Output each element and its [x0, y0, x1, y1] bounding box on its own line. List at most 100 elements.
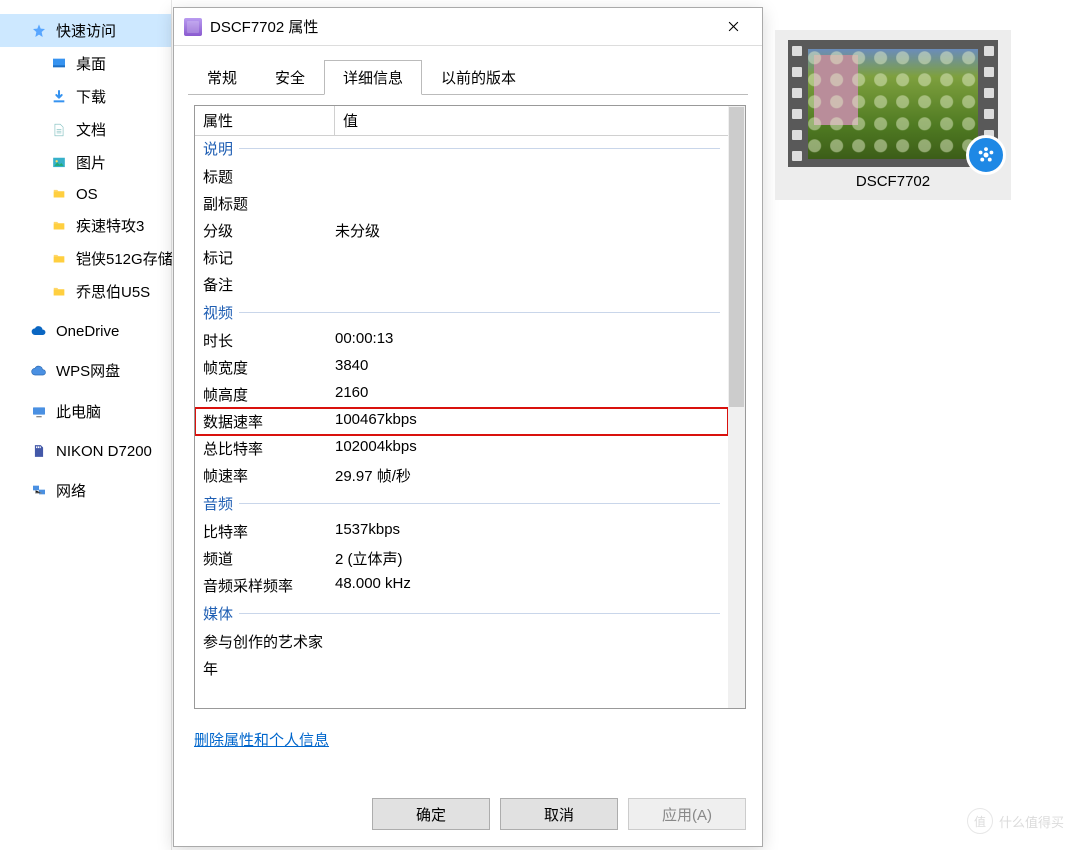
folder-icon [50, 250, 68, 268]
property-row[interactable]: 标记 [195, 244, 728, 271]
properties-panel: 属性 值 说明标题副标题分级未分级标记备注视频时长00:00:13帧宽度3840… [194, 105, 746, 709]
property-label: 时长 [203, 330, 335, 351]
property-value: 1537kbps [335, 521, 720, 542]
property-value [335, 631, 720, 652]
property-label: 标记 [203, 247, 335, 268]
property-row[interactable]: 帧速率29.97 帧/秒 [195, 462, 728, 489]
network-icon [30, 482, 48, 500]
file-thumbnail[interactable]: DSCF7702 [775, 30, 1011, 200]
scrollbar[interactable] [728, 106, 745, 708]
sidebar-item[interactable]: 乔思伯U5S [0, 275, 171, 308]
remove-properties-link[interactable]: 删除属性和个人信息 [194, 732, 329, 749]
sidebar-item-label: 文档 [76, 119, 106, 140]
property-label: 帧宽度 [203, 357, 335, 378]
property-row[interactable]: 频道2 (立体声) [195, 545, 728, 572]
dialog-titlebar[interactable]: DSCF7702 属性 [174, 8, 762, 46]
property-value: 29.97 帧/秒 [335, 465, 720, 486]
star-icon [30, 22, 48, 40]
property-value: 48.000 kHz [335, 575, 720, 596]
sidebar-label: WPS网盘 [56, 360, 120, 381]
tab[interactable]: 常规 [188, 60, 256, 95]
sidebar-item-label: 下载 [76, 86, 106, 107]
tab[interactable]: 详细信息 [324, 60, 422, 95]
property-row[interactable]: 帧宽度3840 [195, 354, 728, 381]
sidebar-item[interactable]: 下载 [0, 80, 171, 113]
sidebar-item[interactable]: 图片 [0, 146, 171, 179]
property-row[interactable]: 比特率1537kbps [195, 518, 728, 545]
video-thumbnail-icon [788, 40, 998, 167]
section-header: 音频 [195, 489, 728, 518]
sidebar-wps[interactable]: WPS网盘 [0, 354, 171, 387]
property-row[interactable]: 标题 [195, 163, 728, 190]
watermark-text: 什么值得买 [999, 812, 1064, 831]
property-label: 备注 [203, 274, 335, 295]
property-value: 3840 [335, 357, 720, 378]
ok-button[interactable]: 确定 [372, 798, 490, 830]
sidebar-item-label: 图片 [76, 152, 106, 173]
sidebar-onedrive[interactable]: OneDrive [0, 316, 171, 346]
property-label: 频道 [203, 548, 335, 569]
property-row[interactable]: 备注 [195, 271, 728, 298]
property-row[interactable]: 帧高度2160 [195, 381, 728, 408]
tab[interactable]: 以前的版本 [422, 60, 535, 95]
property-value: 未分级 [335, 220, 720, 241]
close-button[interactable] [714, 13, 752, 41]
property-value: 102004kbps [335, 438, 720, 459]
sidebar-item[interactable]: 桌面 [0, 47, 171, 80]
sidebar-item[interactable]: 铠侠512G存储 [0, 242, 171, 275]
property-label: 分级 [203, 220, 335, 241]
property-value: 100467kbps [335, 411, 720, 432]
property-label: 标题 [203, 166, 335, 187]
property-row[interactable]: 数据速率100467kbps [195, 408, 728, 435]
sidebar-thispc[interactable]: 此电脑 [0, 395, 171, 428]
sidebar-quick-access[interactable]: 快速访问 [0, 14, 171, 47]
sidebar-item-label: OS [76, 186, 98, 203]
sidebar-label: 网络 [56, 480, 86, 501]
sidebar-item-label: 桌面 [76, 53, 106, 74]
property-row[interactable]: 参与创作的艺术家 [195, 628, 728, 655]
property-row[interactable]: 年 [195, 655, 728, 682]
property-value [335, 658, 720, 679]
sidebar-item[interactable]: OS [0, 179, 171, 209]
property-label: 副标题 [203, 193, 335, 214]
sidebar-label: 此电脑 [56, 401, 101, 422]
file-name: DSCF7702 [856, 173, 930, 190]
property-row[interactable]: 音频采样频率48.000 kHz [195, 572, 728, 599]
section-header: 视频 [195, 298, 728, 327]
property-row[interactable]: 总比特率102004kbps [195, 435, 728, 462]
header-property: 属性 [195, 106, 335, 135]
sidebar-nikon[interactable]: NIKON D7200 [0, 436, 171, 466]
property-value [335, 193, 720, 214]
properties-list: 说明标题副标题分级未分级标记备注视频时长00:00:13帧宽度3840帧高度21… [195, 134, 728, 708]
sidebar-item[interactable]: 疾速特攻3 [0, 209, 171, 242]
scrollbar-thumb[interactable] [729, 107, 744, 407]
property-row[interactable]: 时长00:00:13 [195, 327, 728, 354]
property-label: 帧高度 [203, 384, 335, 405]
watermark: 值 什么值得买 [967, 808, 1064, 834]
property-value: 00:00:13 [335, 330, 720, 351]
apply-button: 应用(A) [628, 798, 746, 830]
sidebar-network[interactable]: 网络 [0, 474, 171, 507]
cloud-icon [30, 322, 48, 340]
sidebar-item-label: 铠侠512G存储 [76, 248, 173, 269]
tab[interactable]: 安全 [256, 60, 324, 95]
sidebar-item[interactable]: 文档 [0, 113, 171, 146]
watermark-icon: 值 [967, 808, 993, 834]
property-row[interactable]: 分级未分级 [195, 217, 728, 244]
section-header: 媒体 [195, 599, 728, 628]
sidebar-label: 快速访问 [56, 20, 116, 41]
pc-icon [30, 403, 48, 421]
property-label: 数据速率 [203, 411, 335, 432]
property-label: 比特率 [203, 521, 335, 542]
sdcard-icon [30, 442, 48, 460]
sidebar-label: NIKON D7200 [56, 443, 152, 460]
cloud-icon [30, 362, 48, 380]
folder-icon [50, 283, 68, 301]
tab-bar: 常规安全详细信息以前的版本 [174, 46, 762, 95]
property-value: 2160 [335, 384, 720, 405]
property-label: 参与创作的艺术家 [203, 631, 335, 652]
cancel-button[interactable]: 取消 [500, 798, 618, 830]
property-value [335, 247, 720, 268]
property-label: 年 [203, 658, 335, 679]
property-row[interactable]: 副标题 [195, 190, 728, 217]
